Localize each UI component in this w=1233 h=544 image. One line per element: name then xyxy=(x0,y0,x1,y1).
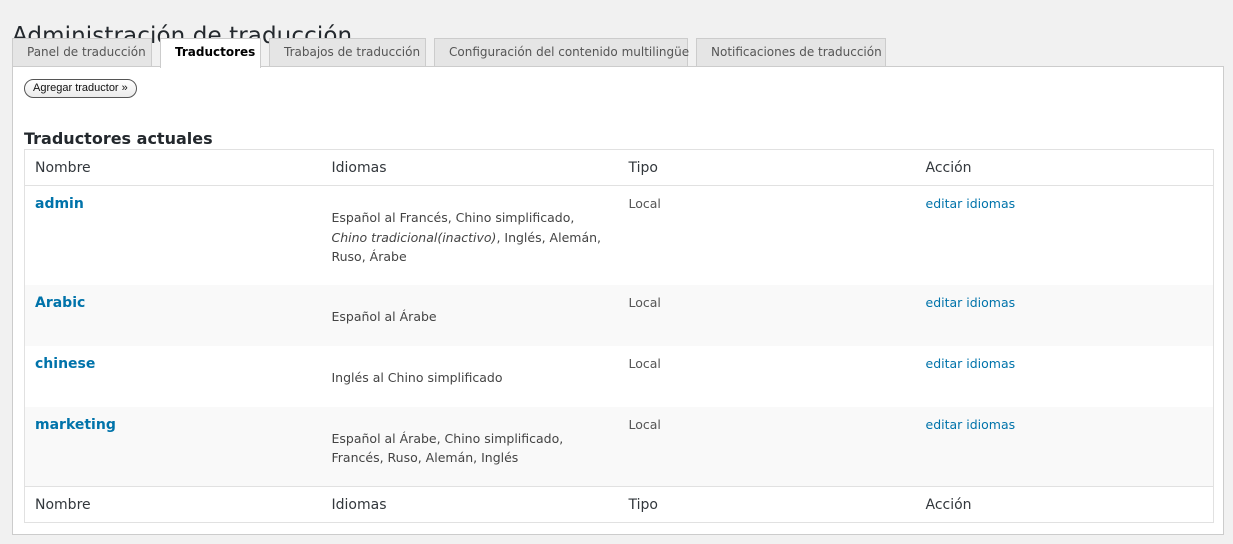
tab-translation-jobs[interactable]: Trabajos de traducción xyxy=(269,38,426,67)
table-header-row: Nombre Idiomas Tipo Acción xyxy=(24,149,1214,186)
languages-cell: Español al Árabe, Chino simplificado, Fr… xyxy=(321,406,619,487)
action-cell: editar idiomas xyxy=(916,186,1214,285)
column-footer-name: Nombre xyxy=(24,486,322,523)
translator-name-link[interactable]: chinese xyxy=(35,356,95,372)
column-header-name: Nombre xyxy=(24,149,322,186)
section-title: Traductores actuales xyxy=(24,129,213,148)
table-row: marketing Español al Árabe, Chino simpli… xyxy=(24,406,1214,487)
translator-name-link[interactable]: Arabic xyxy=(35,295,85,311)
table-row: admin Español al Francés, Chino simplifi… xyxy=(25,186,1214,285)
column-footer-action: Acción xyxy=(915,486,1214,523)
languages-text: Español al Francés, Chino simplificado, xyxy=(331,210,575,225)
column-header-action: Acción xyxy=(915,149,1214,186)
column-header-type: Tipo xyxy=(618,149,916,186)
translator-name-cell: admin xyxy=(25,186,322,285)
edit-languages-link[interactable]: editar idiomas xyxy=(926,196,1016,211)
column-footer-type: Tipo xyxy=(618,486,916,523)
translator-name-cell: Arabic xyxy=(24,284,322,346)
table-row: Arabic Español al Árabe Local editar idi… xyxy=(24,284,1214,346)
translators-table: Nombre Idiomas Tipo Acción admin Español… xyxy=(24,149,1214,523)
languages-cell: Español al Francés, Chino simplificado, … xyxy=(322,186,619,285)
translator-name-link[interactable]: admin xyxy=(35,196,84,212)
edit-languages-link[interactable]: editar idiomas xyxy=(926,295,1016,310)
translator-name-cell: marketing xyxy=(24,406,322,487)
edit-languages-link[interactable]: editar idiomas xyxy=(926,417,1016,432)
translators-panel: Agregar traductor » Traductores actuales… xyxy=(12,66,1224,535)
translator-name-link[interactable]: marketing xyxy=(35,417,116,433)
table-footer-row: Nombre Idiomas Tipo Acción xyxy=(24,486,1214,523)
action-cell: editar idiomas xyxy=(915,284,1214,346)
tab-translators[interactable]: Traductores xyxy=(160,38,261,68)
action-cell: editar idiomas xyxy=(915,406,1214,487)
type-cell: Local xyxy=(618,284,916,346)
action-cell: editar idiomas xyxy=(916,346,1214,407)
inactive-language: Chino tradicional(inactivo) xyxy=(331,229,497,245)
tab-bar: Panel de traducción Traductores Trabajos… xyxy=(12,38,894,68)
tab-multilingual-content-setup[interactable]: Configuración del contenido multilingüe xyxy=(434,38,689,67)
type-cell: Local xyxy=(618,406,916,487)
type-cell: Local xyxy=(628,355,661,371)
tab-translation-notifications[interactable]: Notificaciones de traducción xyxy=(696,38,886,67)
edit-languages-link[interactable]: editar idiomas xyxy=(926,356,1016,371)
type-cell: Local xyxy=(628,196,661,211)
languages-cell: Español al Árabe xyxy=(321,284,619,346)
languages-cell: Inglés al Chino simplificado xyxy=(331,369,503,385)
column-header-languages: Idiomas xyxy=(321,149,619,186)
tab-translation-dashboard[interactable]: Panel de traducción xyxy=(12,38,152,67)
column-footer-languages: Idiomas xyxy=(321,486,619,523)
translator-name-cell: chinese xyxy=(25,346,322,407)
table-row: chinese Inglés al Chino simplificado Loc… xyxy=(25,346,1214,407)
add-translator-button[interactable]: Agregar traductor » xyxy=(24,79,137,98)
